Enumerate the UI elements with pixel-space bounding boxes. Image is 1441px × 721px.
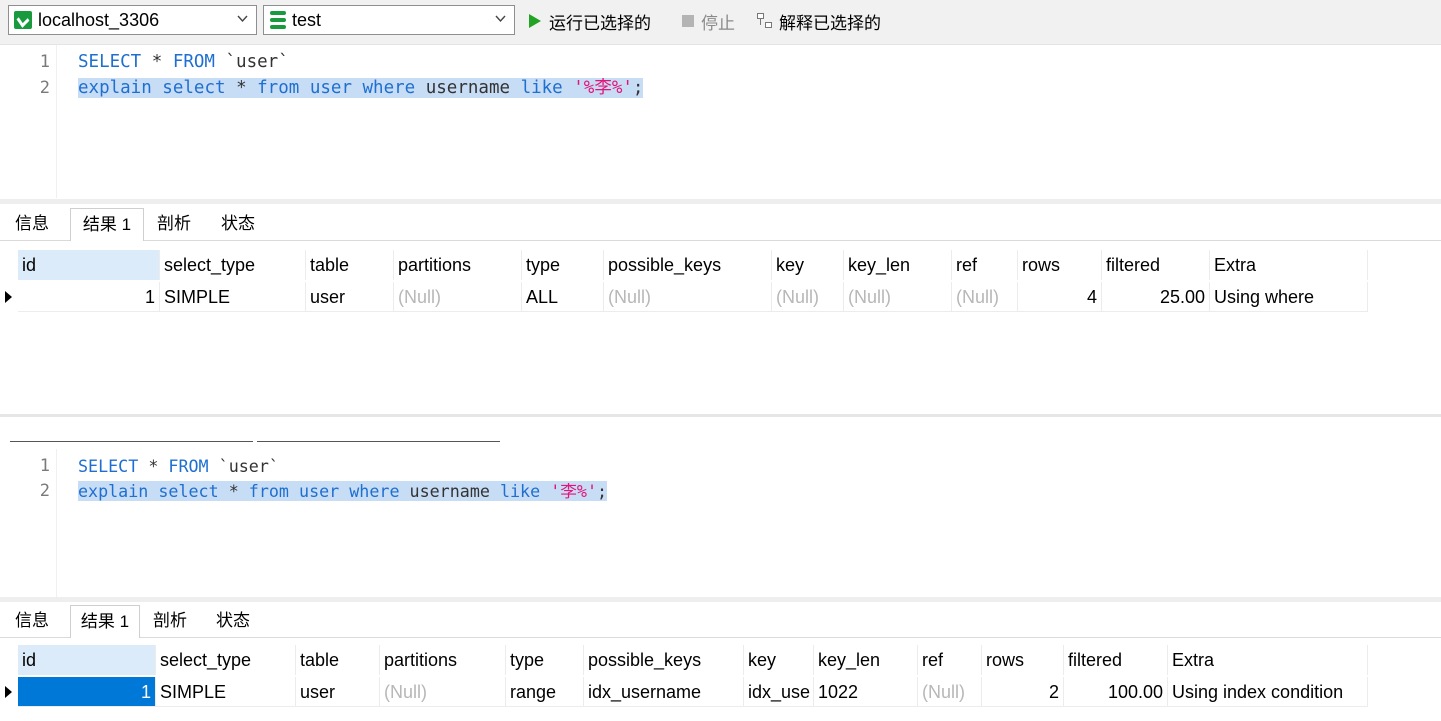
separator-line (257, 441, 500, 442)
table-cell[interactable]: 2 (982, 677, 1064, 707)
connection-label: localhost_3306 (38, 9, 160, 30)
tab-result-1[interactable]: 结果 1 (70, 208, 144, 241)
column-header[interactable]: key (772, 250, 844, 280)
chevron-down-icon[interactable] (495, 13, 506, 24)
table-cell[interactable]: 100.00 (1064, 677, 1168, 707)
column-header[interactable]: filtered (1064, 645, 1168, 675)
explain-selected-label: 解释已选择的 (779, 13, 881, 33)
result-grid-1: id select_type table partitions type pos… (0, 250, 1441, 312)
run-selected-label: 运行已选择的 (549, 13, 651, 33)
line-number: 2 (39, 78, 50, 98)
splitter[interactable] (0, 597, 1441, 602)
table-cell[interactable]: 25.00 (1102, 282, 1210, 312)
tab-info[interactable]: 信息 (2, 208, 62, 240)
table-cell[interactable]: (Null) (604, 282, 772, 312)
column-header[interactable]: Extra (1210, 250, 1368, 280)
connection-select[interactable]: localhost_3306 (8, 5, 257, 35)
column-header[interactable]: possible_keys (604, 250, 772, 280)
column-header[interactable]: rows (982, 645, 1064, 675)
table-cell[interactable]: user (306, 282, 394, 312)
column-header[interactable]: partitions (394, 250, 522, 280)
toolbar: localhost_3306 test 运行已选择的 停止 解释已选择的 (0, 0, 1441, 45)
column-header[interactable]: ref (952, 250, 1018, 280)
table-cell[interactable]: 1 (18, 282, 160, 312)
run-selected-button[interactable]: 运行已选择的 (529, 8, 651, 34)
tab-result-1[interactable]: 结果 1 (70, 605, 140, 638)
table-cell[interactable]: idx_use (744, 677, 814, 707)
column-header[interactable]: key_len (814, 645, 918, 675)
column-header[interactable]: select_type (156, 645, 296, 675)
table-cell[interactable]: (Null) (918, 677, 982, 707)
column-header[interactable]: type (522, 250, 604, 280)
tab-status[interactable]: 状态 (206, 208, 270, 240)
table-cell-selected[interactable]: 1 (18, 677, 156, 707)
column-header[interactable]: table (306, 250, 394, 280)
table-cell[interactable]: (Null) (844, 282, 952, 312)
database-label: test (292, 9, 322, 30)
row-pointer-icon (0, 282, 18, 312)
tab-info[interactable]: 信息 (2, 605, 62, 637)
table-cell[interactable]: range (506, 677, 584, 707)
code-line-1[interactable]: SELECT * FROM `user` (78, 49, 289, 75)
stop-button[interactable]: 停止 (682, 8, 735, 34)
stop-icon (682, 15, 694, 27)
column-header[interactable]: key_len (844, 250, 952, 280)
column-header[interactable]: Extra (1168, 645, 1368, 675)
table-cell[interactable]: user (296, 677, 380, 707)
line-number: 1 (39, 52, 50, 72)
column-header[interactable]: table (296, 645, 380, 675)
table-cell[interactable]: (Null) (772, 282, 844, 312)
result-tabs-1: 信息 结果 1 剖析 状态 (0, 208, 1441, 241)
column-header[interactable]: type (506, 645, 584, 675)
column-header[interactable]: select_type (160, 250, 306, 280)
explain-icon (757, 13, 773, 29)
sql-editor-1[interactable]: 1 2 SELECT * FROM `user` explain select … (0, 45, 1441, 198)
sql-editor-2[interactable]: 1 2 SELECT * FROM `user` explain select … (0, 449, 1441, 597)
database-icon (270, 11, 286, 29)
section-divider (0, 414, 1441, 417)
line-number: 1 (39, 456, 50, 476)
column-header[interactable]: partitions (380, 645, 506, 675)
line-number: 2 (39, 481, 50, 501)
column-header[interactable]: id (18, 645, 156, 675)
column-header[interactable]: key (744, 645, 814, 675)
result-tabs-2: 信息 结果 1 剖析 状态 (0, 605, 1441, 638)
result-grid-2: id select_type table partitions type pos… (0, 645, 1441, 707)
table-cell[interactable]: (Null) (952, 282, 1018, 312)
table-cell[interactable]: Using index condition (1168, 677, 1368, 707)
table-cell[interactable]: SIMPLE (160, 282, 306, 312)
chevron-down-icon[interactable] (237, 13, 248, 24)
code-line-2[interactable]: explain select * from user where usernam… (78, 478, 608, 504)
column-header[interactable]: possible_keys (584, 645, 744, 675)
table-cell[interactable]: (Null) (394, 282, 522, 312)
table-cell[interactable]: Using where (1210, 282, 1368, 312)
column-header[interactable]: rows (1018, 250, 1102, 280)
stop-label: 停止 (701, 13, 735, 33)
column-header[interactable]: ref (918, 645, 982, 675)
row-pointer-icon (0, 677, 18, 707)
tab-profile[interactable]: 剖析 (144, 208, 204, 240)
separator-line (10, 441, 253, 442)
explain-selected-button[interactable]: 解释已选择的 (757, 8, 881, 34)
table-cell[interactable]: 4 (1018, 282, 1102, 312)
connection-icon (14, 11, 32, 29)
table-cell[interactable]: ALL (522, 282, 604, 312)
code-line-1[interactable]: SELECT * FROM `user` (78, 453, 279, 479)
tab-profile[interactable]: 剖析 (140, 605, 200, 637)
table-cell[interactable]: (Null) (380, 677, 506, 707)
column-header[interactable]: filtered (1102, 250, 1210, 280)
tab-status[interactable]: 状态 (202, 605, 264, 637)
table-cell[interactable]: 1022 (814, 677, 918, 707)
database-select[interactable]: test (263, 5, 515, 35)
table-cell[interactable]: idx_username (584, 677, 744, 707)
table-cell[interactable]: SIMPLE (156, 677, 296, 707)
column-header[interactable]: id (18, 250, 160, 280)
play-icon (529, 14, 541, 28)
code-line-2[interactable]: explain select * from user where usernam… (78, 75, 644, 101)
splitter[interactable] (0, 199, 1441, 204)
